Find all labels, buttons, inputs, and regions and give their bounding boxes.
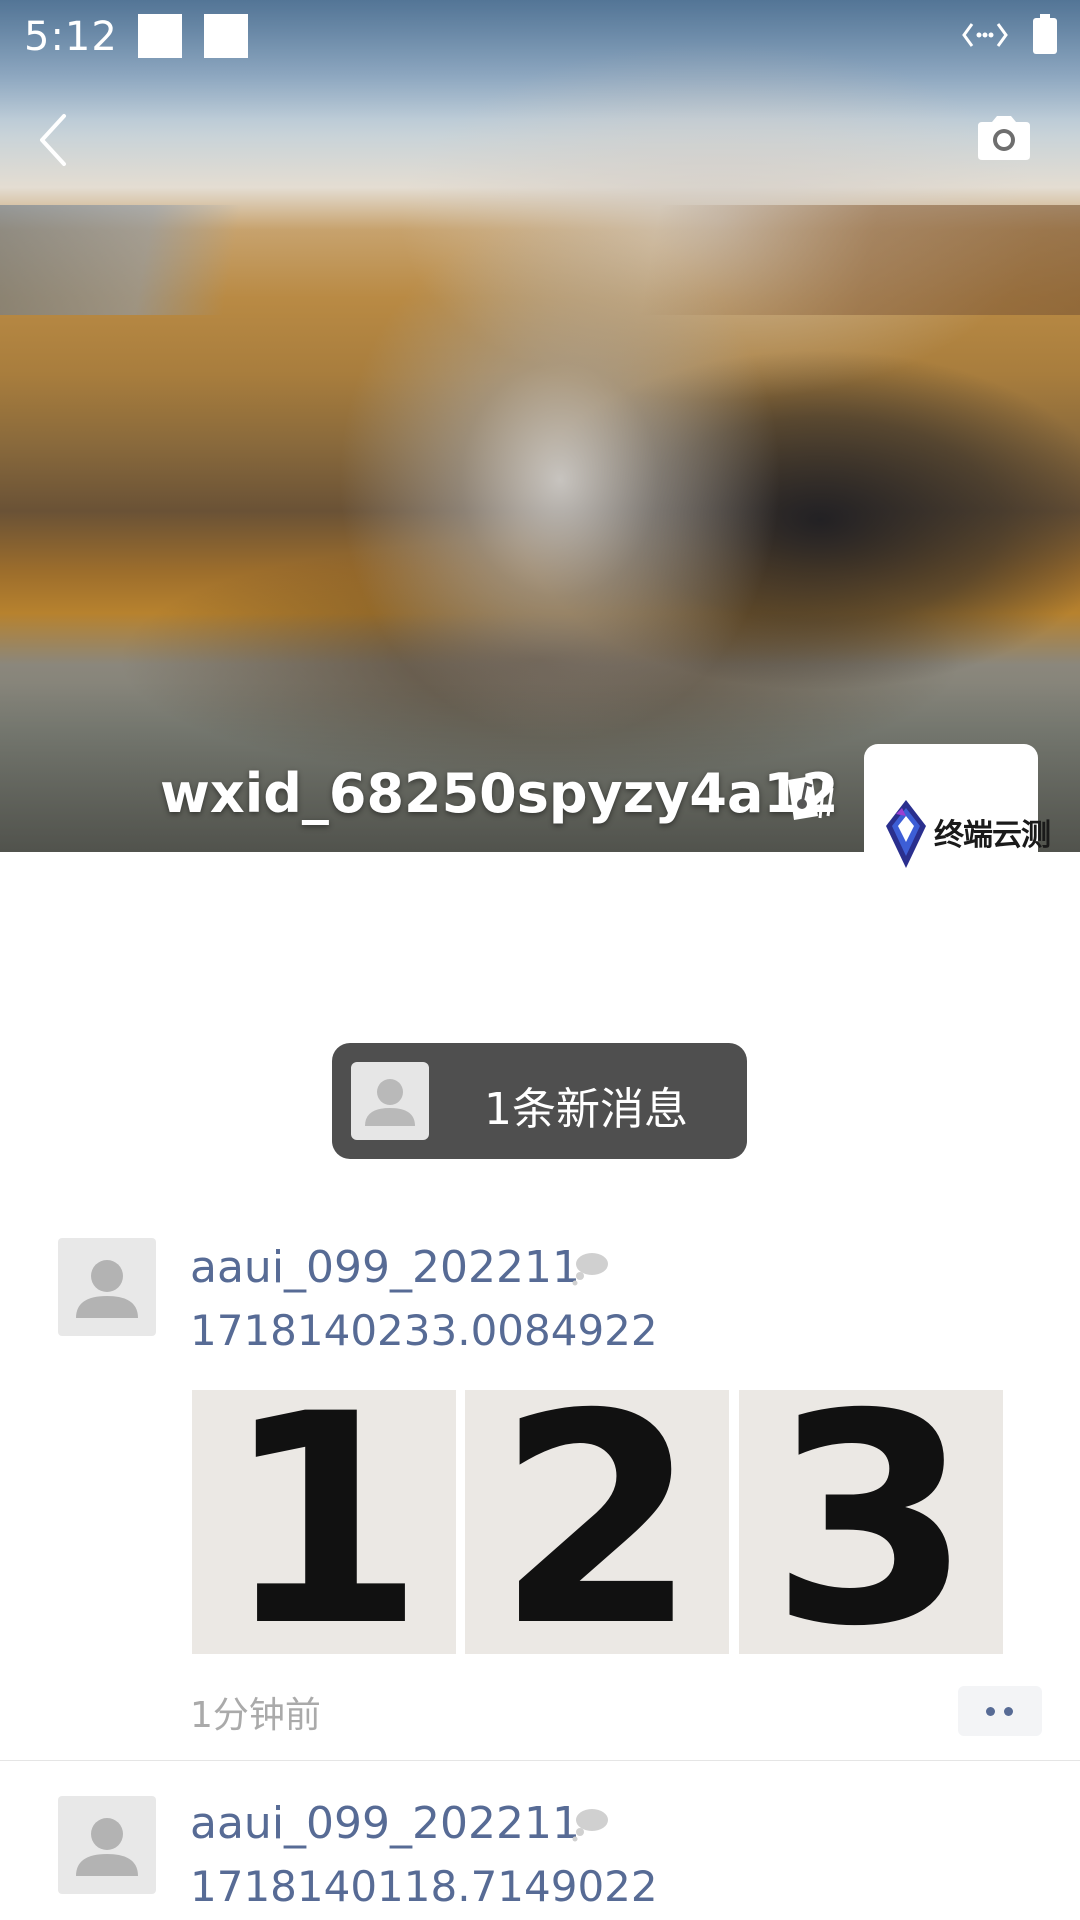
more-dot xyxy=(986,1707,995,1716)
notification-icon xyxy=(138,14,182,58)
default-avatar-icon xyxy=(365,1079,415,1126)
new-messages-label: 1条新消息 xyxy=(484,1084,688,1135)
default-avatar-icon xyxy=(76,1818,138,1876)
avatar xyxy=(351,1062,429,1140)
cloud-icon xyxy=(572,1253,608,1286)
more-actions-button[interactable] xyxy=(958,1686,1042,1736)
post-avatar[interactable] xyxy=(58,1238,156,1336)
terminal-cloud-test-logo: 终端云测 xyxy=(884,798,1051,870)
cover-photo[interactable]: 5:12 wxid_68250spyzy4a12 xyxy=(0,0,1080,852)
post-photo[interactable]: 1 xyxy=(192,1390,456,1654)
diamond-logo-icon xyxy=(886,800,926,868)
cover-vignette xyxy=(0,0,1080,852)
post-time: 1分钟前 xyxy=(190,1695,321,1736)
camera-icon[interactable] xyxy=(974,112,1034,164)
post-author[interactable]: aaui_099_202211 xyxy=(190,1798,580,1849)
post-author[interactable]: aaui_099_202211 xyxy=(190,1242,580,1293)
battery-icon xyxy=(1033,14,1057,54)
post-divider xyxy=(0,1760,1080,1761)
notification-icon xyxy=(204,14,248,58)
back-button[interactable] xyxy=(30,110,74,170)
default-avatar-icon xyxy=(76,1260,138,1318)
profile-name[interactable]: wxid_68250spyzy4a12 xyxy=(160,762,839,825)
photo-digit: 2 xyxy=(496,1390,698,1654)
cloud-icon xyxy=(572,1809,608,1842)
more-dot xyxy=(1004,1707,1013,1716)
status-time: 5:12 xyxy=(24,14,118,60)
post-content[interactable]: 1718140118.7149022 xyxy=(190,1862,658,1911)
gender-icon xyxy=(788,776,834,820)
profile-avatar[interactable]: 终端云测 xyxy=(864,744,1051,884)
post-photo[interactable]: 2 xyxy=(465,1390,729,1654)
photo-digit: 3 xyxy=(770,1390,972,1654)
photo-digit: 1 xyxy=(223,1390,425,1654)
logo-text: 终端云测 xyxy=(934,818,1051,853)
status-bar: 5:12 xyxy=(0,0,1080,75)
data-sync-icon xyxy=(962,23,1008,47)
new-messages-button[interactable]: 1条新消息 xyxy=(332,1043,747,1159)
post-avatar[interactable] xyxy=(58,1796,156,1894)
post-photo[interactable]: 3 xyxy=(739,1390,1003,1654)
post-content[interactable]: 1718140233.0084922 xyxy=(190,1306,658,1355)
